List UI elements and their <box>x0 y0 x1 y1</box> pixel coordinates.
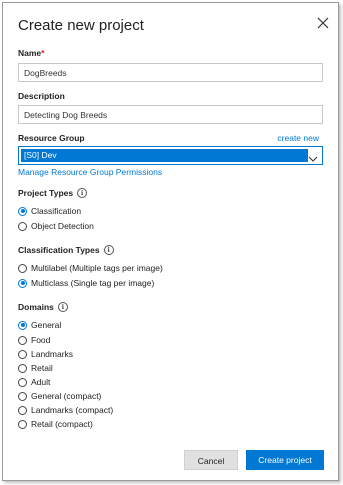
radio-domain-food[interactable]: Food <box>18 335 50 345</box>
radio-button[interactable] <box>18 221 27 231</box>
radio-label: Retail <box>31 363 53 373</box>
radio-button[interactable] <box>18 377 27 387</box>
radio-domain-landmarks[interactable]: Landmarks <box>18 349 73 359</box>
name-label-text: Name <box>18 48 42 58</box>
radio-domain-retail[interactable]: Retail <box>18 363 53 373</box>
radio-button[interactable] <box>18 263 27 273</box>
chevron-down-icon <box>308 151 318 162</box>
radio-label: Retail (compact) <box>31 419 93 429</box>
radio-label: Adult <box>31 377 51 387</box>
radio-multiclass[interactable]: Multiclass (Single tag per image) <box>18 278 154 288</box>
classification-types-heading: Classification Types i <box>18 245 114 255</box>
classification-types-label: Classification Types <box>18 245 100 255</box>
radio-button[interactable] <box>18 335 27 345</box>
radio-button[interactable] <box>18 320 27 330</box>
radio-label: General <box>31 320 62 330</box>
name-input[interactable] <box>18 63 323 82</box>
radio-label: General (compact) <box>31 391 102 401</box>
radio-button[interactable] <box>18 278 27 288</box>
cancel-button[interactable]: Cancel <box>184 450 238 470</box>
radio-domain-retail-compact[interactable]: Retail (compact) <box>18 419 93 429</box>
create-project-button[interactable]: Create project <box>246 450 324 470</box>
radio-domain-general-compact[interactable]: General (compact) <box>18 391 101 401</box>
radio-button[interactable] <box>18 206 27 216</box>
radio-label: Object Detection <box>31 221 94 231</box>
resource-group-label: Resource Group <box>18 133 85 143</box>
manage-permissions-link[interactable]: Manage Resource Group Permissions <box>18 167 162 177</box>
radio-classification[interactable]: Classification <box>18 206 81 216</box>
radio-button[interactable] <box>18 363 27 373</box>
name-label: Name* <box>18 48 44 58</box>
radio-label: Landmarks <box>31 349 74 359</box>
radio-label: Classification <box>31 206 82 216</box>
radio-label: Multilabel (Multiple tags per image) <box>31 263 163 273</box>
required-mark: * <box>41 48 45 58</box>
create-project-dialog: Create new project Name* Description Res… <box>2 2 339 481</box>
radio-label: Multiclass (Single tag per image) <box>31 278 155 288</box>
close-icon[interactable] <box>315 15 331 31</box>
info-icon[interactable]: i <box>103 245 114 255</box>
info-icon[interactable]: i <box>57 302 68 312</box>
radio-domain-general[interactable]: General <box>18 320 61 330</box>
dialog-title: Create new project <box>18 17 144 34</box>
radio-button[interactable] <box>18 405 27 415</box>
description-input[interactable] <box>18 105 323 124</box>
project-types-heading: Project Types i <box>18 188 88 198</box>
radio-label: Food <box>31 335 51 345</box>
resource-group-selected: [S0] Dev <box>21 149 308 162</box>
project-types-label: Project Types <box>18 188 74 198</box>
radio-label: Landmarks (compact) <box>31 405 114 415</box>
create-new-link[interactable]: create new <box>277 133 319 143</box>
resource-group-select[interactable]: [S0] Dev <box>18 146 323 165</box>
radio-object-detection[interactable]: Object Detection <box>18 221 94 231</box>
domains-heading: Domains i <box>18 302 68 312</box>
radio-domain-adult[interactable]: Adult <box>18 377 50 387</box>
description-label: Description <box>18 91 65 101</box>
radio-button[interactable] <box>18 391 27 401</box>
radio-button[interactable] <box>18 419 27 429</box>
domains-label: Domains <box>18 302 54 312</box>
radio-domain-landmarks-compact[interactable]: Landmarks (compact) <box>18 405 113 415</box>
info-icon[interactable]: i <box>77 188 88 198</box>
radio-button[interactable] <box>18 349 27 359</box>
radio-multilabel[interactable]: Multilabel (Multiple tags per image) <box>18 263 163 273</box>
